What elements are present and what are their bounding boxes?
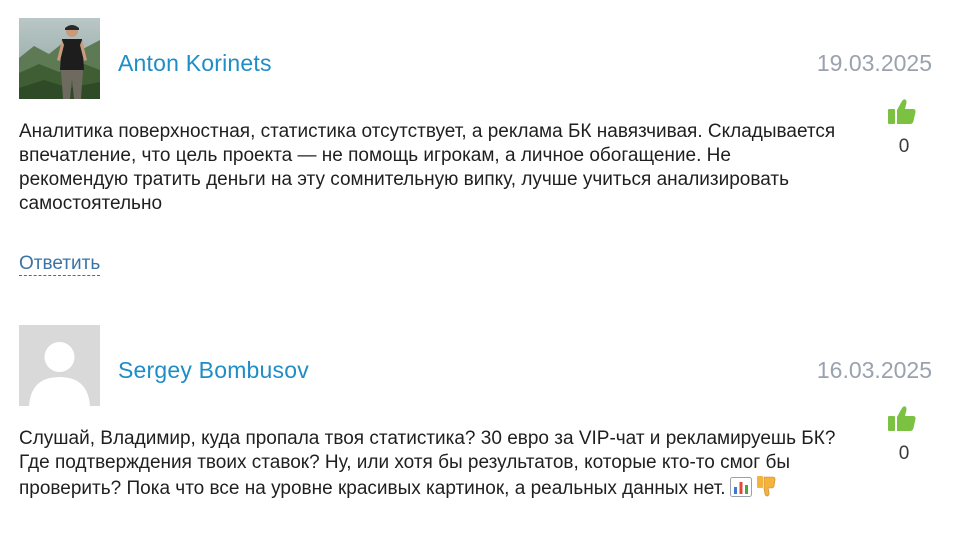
avatar[interactable] [19,18,100,99]
like-count: 0 [898,136,910,157]
comment-item: Sergey Bombusov 16.03.2025 0 Слушай, Вла… [0,307,956,542]
chart-emoji-icon [729,477,752,504]
like-count: 0 [898,443,910,464]
thumbs-up-icon [888,99,916,124]
user-photo [19,18,100,99]
comment-item: Anton Korinets 19.03.2025 0 Аналитика по… [0,0,956,300]
comment-text: Слушай, Владимир, куда пропала твоя стат… [19,427,839,504]
thumbs-up-icon [888,406,916,431]
comment-date: 19.03.2025 [816,50,932,76]
like-button[interactable] [887,405,917,433]
comment-text-content: Слушай, Владимир, куда пропала твоя стат… [19,428,836,499]
avatar[interactable] [19,325,100,406]
comment-date: 16.03.2025 [816,357,932,383]
reply-button[interactable]: Ответить [19,253,101,276]
comment-text: Аналитика поверхностная, статистика отсу… [19,121,836,214]
thumbs-down-emoji-icon [756,475,776,504]
like-button[interactable] [887,98,917,126]
author-name[interactable]: Sergey Bombusov [118,356,309,384]
author-name[interactable]: Anton Korinets [118,49,272,77]
default-avatar-icon [19,325,100,406]
